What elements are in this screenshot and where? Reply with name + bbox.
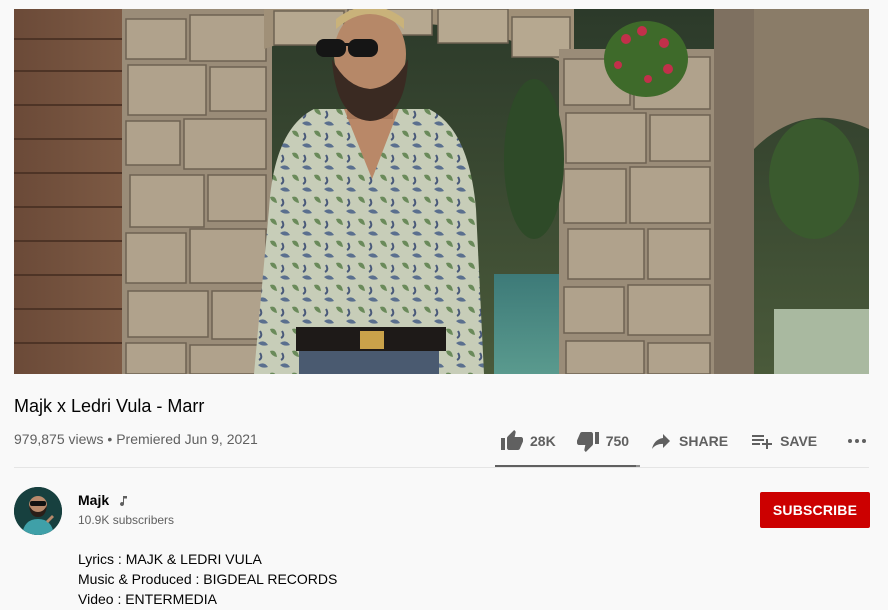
description-line: Video : ENTERMEDIA [78,591,218,607]
meta-separator: • [107,431,113,447]
share-icon [652,434,671,449]
view-count: 979,875 views [14,431,104,447]
video-actions: 28K 750 SHARE SAVE [498,425,869,457]
channel-name-text: Majk [78,492,110,508]
subscriber-count: 10.9K subscribers [78,513,175,527]
more-horiz-icon [848,439,867,443]
music-note-icon [117,494,129,507]
dislike-count: 750 [605,433,630,449]
video-description: Lyrics : MAJK & LEDRI VULA Music & Produ… [78,549,337,609]
like-button[interactable]: 28K [500,425,556,457]
premiere-date: Premiered Jun 9, 2021 [116,431,258,447]
dislike-button[interactable]: 750 [576,425,629,457]
description-line: Music & Produced : BIGDEAL RECORDS [78,571,338,587]
video-title: Majk x Ledri Vula - Marr [14,396,205,416]
share-button[interactable]: SHARE [649,425,728,457]
avatar-image [14,487,62,535]
share-label: SHARE [679,433,729,449]
channel-avatar[interactable] [14,487,62,535]
divider [14,467,869,468]
description-line: Lyrics : MAJK & LEDRI VULA [78,551,262,567]
thumb-down-icon [576,432,599,452]
video-meta: 979,875 views • Premiered Jun 9, 2021 [14,431,258,447]
more-actions-button[interactable] [845,425,869,457]
channel-name[interactable]: Majk [78,492,129,508]
subscribe-button[interactable]: SUBSCRIBE [760,492,870,528]
like-count: 28K [530,433,556,449]
thumb-up-icon [501,430,523,450]
video-frame [14,9,869,374]
save-label: SAVE [780,433,818,449]
video-player[interactable] [14,9,869,374]
save-playlist-icon [752,435,773,449]
save-button[interactable]: SAVE [750,425,817,457]
